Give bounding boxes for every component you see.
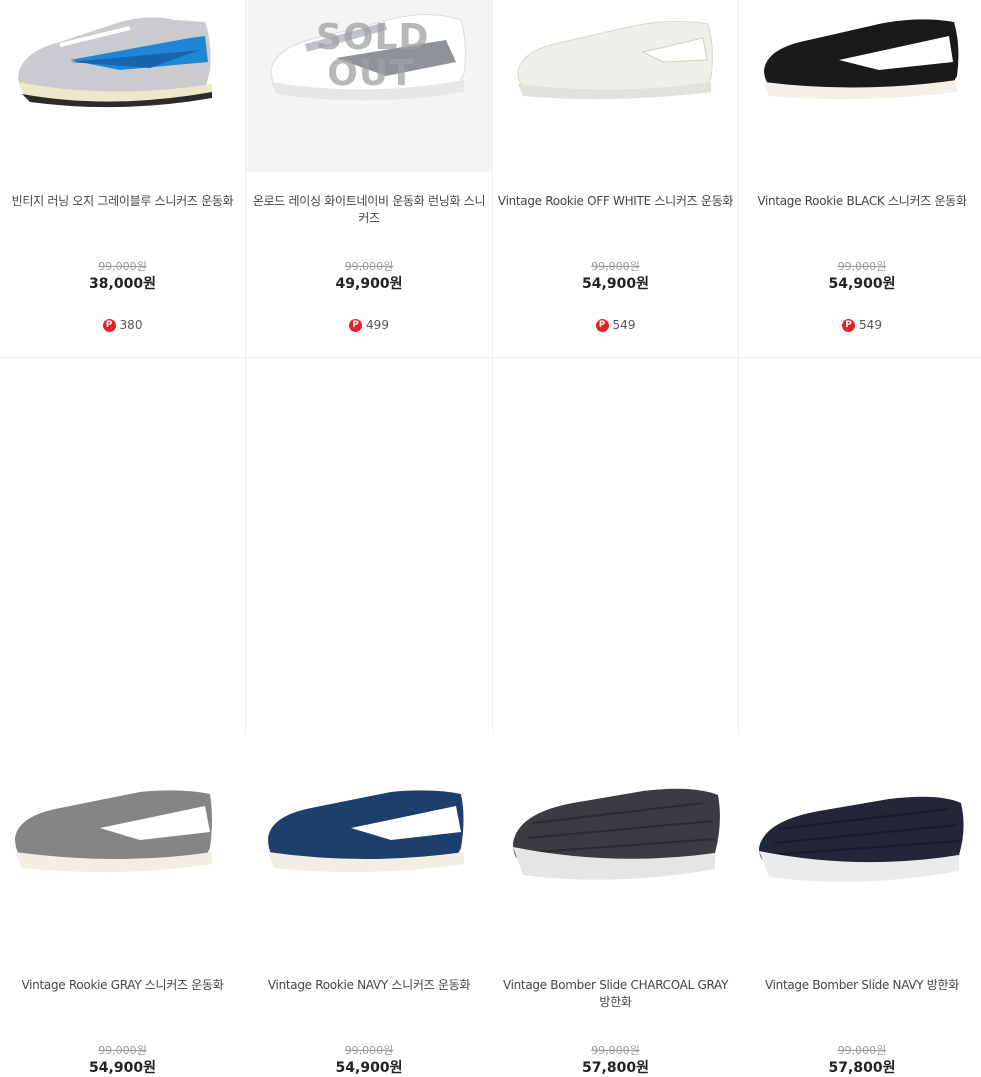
sale-price: 54,900원 [828,276,896,292]
sale-price: 38,000원 [89,276,156,292]
sneaker-image [268,790,464,873]
sale-price: 57,800원 [828,1060,896,1076]
product-card[interactable]: Vintage Rookie BLACK 스니커즈 운동화 99,000원 54… [739,0,981,358]
original-price: 99,000원 [98,1044,147,1057]
point-value: 549 [859,318,882,332]
original-price: 99,000원 [837,1044,887,1057]
product-image[interactable] [0,0,245,172]
sale-price: 57,800원 [582,1060,649,1076]
product-name[interactable]: Vintage Rookie BLACK 스니커즈 운동화 [739,193,981,210]
point-value: 549 [612,318,636,332]
sneaker-image [15,790,212,873]
product-card[interactable]: Vintage Rookie NAVY 스니커즈 운동화 99,000원 54,… [246,358,493,1076]
slipper-image [759,796,964,882]
product-image[interactable] [493,0,738,172]
original-price: 99,000원 [591,260,640,273]
point-icon: P [595,318,609,332]
product-image[interactable]: SOLD OUT [246,0,492,172]
point-value: 499 [366,318,389,332]
product-card[interactable]: 빈티지 러닝 오지 그레이블루 스니커즈 운동화 99,000원 38,000원… [0,0,246,358]
point-badge: P 549 [493,318,738,332]
original-price: 99,000원 [591,1044,640,1057]
sale-price: 54,900원 [89,1060,156,1076]
point-icon: P [349,318,363,332]
sale-price: 49,900원 [335,276,403,292]
slipper-image [513,788,720,880]
sale-price: 54,900원 [335,1060,403,1076]
original-price: 99,000원 [344,1044,394,1057]
product-image[interactable] [739,0,981,172]
sneaker-image [18,17,212,108]
product-name[interactable]: 온로드 레이싱 화이트네이비 운동화 런닝화 스니커즈 [246,193,492,227]
sneaker-image [764,19,959,100]
point-badge: P 380 [0,318,245,332]
point-badge: P 549 [739,318,981,332]
product-card[interactable]: Vintage Rookie OFF WHITE 스니커즈 운동화 99,000… [493,0,739,358]
sneaker-image [270,13,466,101]
point-icon: P [842,318,856,332]
product-name[interactable]: Vintage Bomber Slide CHARCOAL GRAY 방한화 [493,977,738,1011]
original-price: 99,000원 [98,260,147,273]
product-card[interactable]: Vintage Rookie GRAY 스니커즈 운동화 99,000원 54,… [0,358,246,1076]
product-grid: 빈티지 러닝 오지 그레이블루 스니커즈 운동화 99,000원 38,000원… [0,0,981,1076]
product-card[interactable]: Vintage Bomber Slide NAVY 방한화 99,000원 57… [739,358,981,1076]
product-name[interactable]: Vintage Rookie OFF WHITE 스니커즈 운동화 [493,193,738,210]
point-value: 380 [119,318,143,332]
product-name[interactable]: Vintage Bomber Slide NAVY 방한화 [739,977,981,994]
point-badge: P 499 [246,318,492,332]
product-name[interactable]: 빈티지 러닝 오지 그레이블루 스니커즈 운동화 [0,193,245,210]
product-name[interactable]: Vintage Rookie NAVY 스니커즈 운동화 [246,977,492,994]
original-price: 99,000원 [837,260,887,273]
sale-price: 54,900원 [582,276,649,292]
product-name[interactable]: Vintage Rookie GRAY 스니커즈 운동화 [0,977,245,994]
sneaker-image [517,20,713,100]
point-icon: P [102,318,116,332]
original-price: 99,000원 [344,260,394,273]
product-card[interactable]: Vintage Bomber Slide CHARCOAL GRAY 방한화 9… [493,358,739,1076]
product-card[interactable]: SOLD OUT 온로드 레이싱 화이트네이비 운동화 런닝화 스니커즈 99,… [246,0,493,358]
